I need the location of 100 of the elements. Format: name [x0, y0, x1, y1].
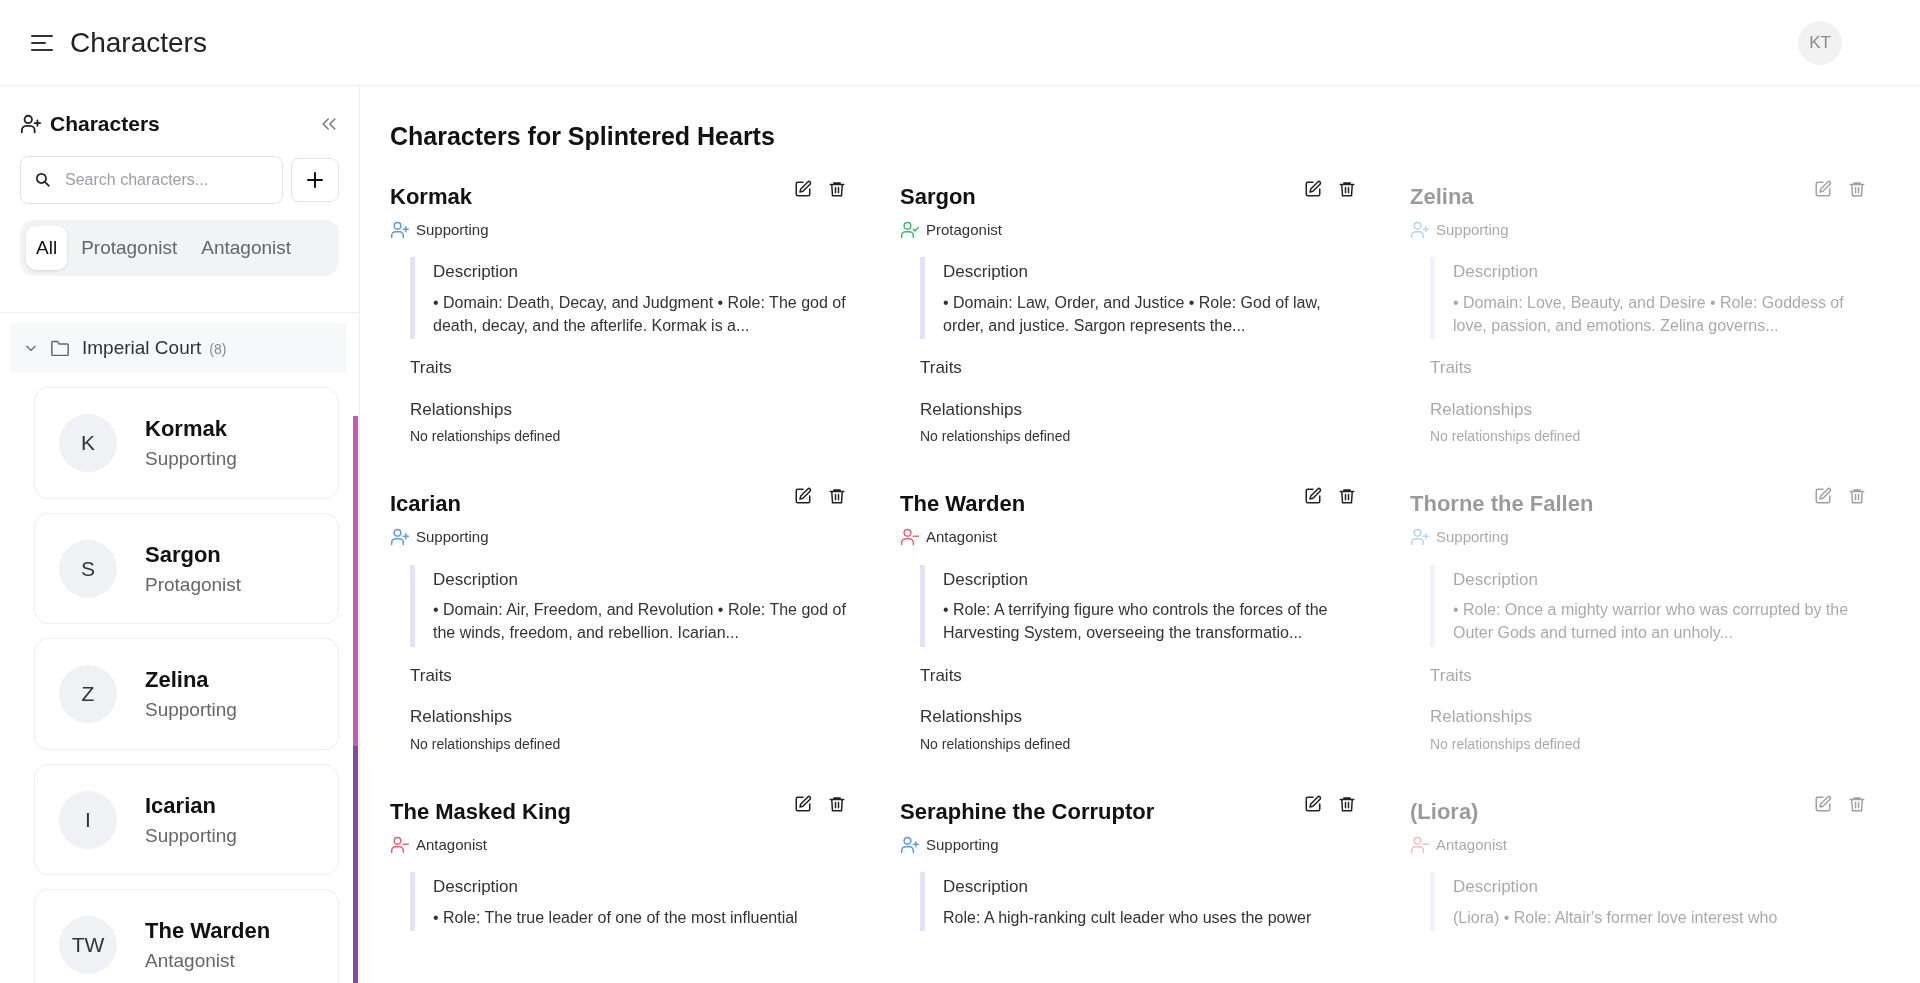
folder-icon	[50, 339, 70, 358]
section-label: Relationships	[410, 706, 514, 729]
character-role: Supporting	[145, 823, 237, 848]
section-label: Traits	[920, 357, 963, 380]
scrollbar[interactable]	[353, 416, 358, 983]
character-name: Sargon	[145, 540, 222, 569]
section-label: Traits	[920, 664, 963, 687]
character-role: Antagonist	[1436, 834, 1507, 855]
character-card[interactable]: I Icarian Supporting	[34, 763, 339, 876]
edit-icon[interactable]	[794, 179, 812, 198]
trash-icon[interactable]	[1338, 794, 1356, 813]
description-text: • Domain: Law, Order, and Justice • Role: God of law, order, and justice. Sargon represents the...	[943, 292, 1322, 336]
character-role: Antagonist	[145, 949, 236, 974]
filter-tab[interactable]: Protagonist	[71, 225, 188, 271]
character-name: Icarian	[145, 791, 217, 820]
sidebar-title: Characters	[50, 111, 160, 138]
edit-icon[interactable]	[1304, 179, 1322, 198]
trash-icon[interactable]	[1338, 487, 1356, 506]
filter-tab[interactable]: Antagonist	[191, 225, 302, 271]
section-label: Traits	[410, 664, 453, 687]
character-name: Sargon	[900, 182, 976, 211]
character-name: Seraphine the Corruptor	[900, 797, 1155, 826]
avatar-initials: K	[59, 414, 117, 473]
section-label: Relationships	[410, 398, 514, 421]
description-text: • Domain: Death, Decay, and Judgment • Role: The god of death, decay, and the afterlife. Kormak is a...	[433, 292, 847, 336]
character-role: Supporting	[416, 219, 489, 240]
empty-text: No relationships defined	[410, 734, 562, 754]
character-role: Protagonist	[145, 572, 242, 597]
page-title: Characters	[70, 25, 207, 60]
character-name: The Warden	[145, 917, 271, 946]
character-role: Supporting	[1436, 527, 1509, 548]
character-role: Antagonist	[926, 527, 997, 548]
edit-icon[interactable]	[794, 794, 812, 813]
empty-text: No relationships defined	[1430, 734, 1582, 754]
empty-text: No relationships defined	[920, 734, 1072, 754]
character-card[interactable]: K Kormak Supporting	[34, 387, 339, 499]
character-name: Kormak	[390, 182, 472, 211]
section-label: Description	[943, 568, 1030, 591]
character-card[interactable]: Z Zelina Supporting	[34, 638, 339, 750]
empty-text: No relationships defined	[1430, 427, 1582, 447]
section-label: Description	[943, 261, 1030, 284]
trash-icon[interactable]	[1338, 179, 1356, 198]
add-icon[interactable]	[291, 157, 339, 202]
edit-icon[interactable]	[1304, 794, 1322, 813]
trash-icon[interactable]	[828, 794, 846, 813]
trash-icon[interactable]	[828, 179, 846, 198]
character-card[interactable]: S Sargon Protagonist	[34, 512, 339, 625]
description-text: (Liora) • Role: Altair's former love interest who	[1453, 907, 1779, 928]
section-title: Characters for Splintered Hearts	[390, 121, 776, 153]
empty-text: No relationships defined	[410, 427, 562, 447]
character-role: Antagonist	[416, 834, 487, 855]
user-plus-icon	[20, 113, 42, 136]
section-label: Description	[433, 568, 520, 591]
character-role: Supporting	[926, 834, 999, 855]
character-role: Supporting	[145, 698, 237, 723]
character-name: Zelina	[145, 666, 210, 695]
character-name: The Warden	[900, 490, 1026, 519]
character-role: Supporting	[145, 447, 237, 472]
edit-icon[interactable]	[1304, 487, 1322, 506]
description-text: Role: A high-ranking cult leader who uses the power	[943, 907, 1313, 928]
character-name: Zelina	[1410, 182, 1474, 211]
section-label: Description	[943, 876, 1030, 899]
section-label: Traits	[410, 357, 453, 380]
filter-tab[interactable]: All	[26, 225, 68, 271]
search-icon	[34, 170, 51, 188]
character-name: Icarian	[390, 490, 461, 519]
character-role: Protagonist	[926, 219, 1002, 240]
trash-icon[interactable]	[828, 487, 846, 506]
description-text: • Role: Once a mighty warrior who was corrupted by the Outer Gods and turned into an unholy...	[1453, 600, 1850, 644]
description-text: • Domain: Air, Freedom, and Revolution • Role: The god of the winds, freedom, and rebellion. Icarian...	[433, 600, 847, 644]
search-field[interactable]: Search characters...	[20, 155, 284, 204]
folder-row[interactable]: Imperial Court (8)	[10, 323, 347, 374]
character-name: (Liora)	[1410, 797, 1479, 826]
description-text: • Role: A terrifying figure who controls the forces of the Harvesting System, overseeing the transformatio...	[943, 600, 1329, 644]
character-card[interactable]: TW The Warden Antagonist	[34, 889, 339, 983]
avatar-initials: S	[59, 539, 117, 598]
character-role: Supporting	[416, 527, 489, 548]
section-label: Description	[433, 261, 520, 284]
avatar-initials: I	[59, 790, 117, 849]
section-label: Description	[1453, 568, 1540, 591]
empty-text: No relationships defined	[920, 427, 1072, 447]
section-label: Relationships	[920, 398, 1024, 421]
section-label: Description	[433, 876, 520, 899]
section-label: Relationships	[1430, 398, 1534, 421]
section-label: Relationships	[1430, 706, 1534, 729]
character-name: Kormak	[145, 415, 228, 444]
description-text: • Role: The true leader of one of the most influential	[433, 907, 799, 928]
description-text: • Domain: Love, Beauty, and Desire • Role: Goddess of love, passion, and emotions. Zelina governs...	[1453, 292, 1845, 336]
menu-icon[interactable]	[30, 32, 54, 53]
character-name: The Masked King	[390, 797, 571, 826]
character-name: Thorne the Fallen	[1410, 490, 1594, 519]
character-role: Supporting	[1436, 219, 1509, 240]
avatar-initials: Z	[59, 665, 117, 724]
section-label: Description	[1453, 876, 1540, 899]
section-label: Description	[1453, 261, 1540, 284]
section-label: Traits	[1430, 664, 1473, 687]
section-label: Relationships	[920, 706, 1024, 729]
avatar-initials: TW	[59, 916, 117, 975]
section-label: Traits	[1430, 357, 1473, 380]
edit-icon[interactable]	[794, 487, 812, 506]
